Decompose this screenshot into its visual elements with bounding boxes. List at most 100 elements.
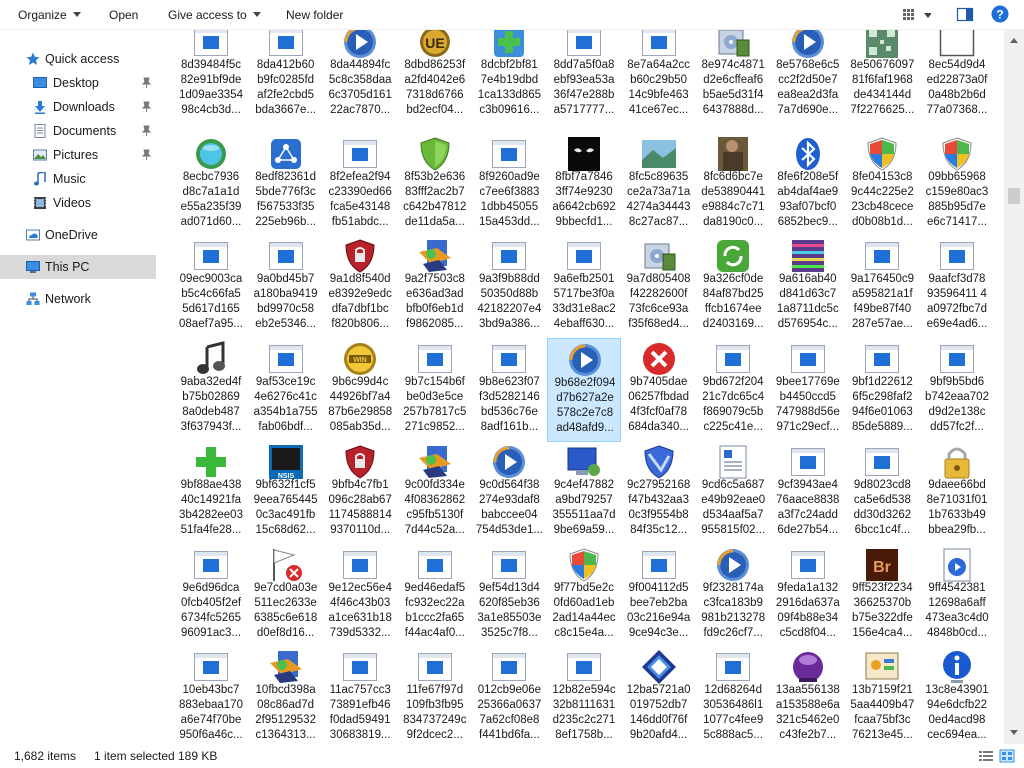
file-item[interactable]: 9a326cf0de 84af87bd25 ffcb1674ee d240316… — [696, 235, 770, 339]
file-item[interactable]: UE 8dbd86253f a2fd4042e6 7318d6766 bd2ecf… — [398, 30, 472, 134]
file-item[interactable]: 8f9260ad9e c7ee6f3883 1dbb45055 15a453dd… — [472, 133, 546, 237]
file-item[interactable]: 8f53b2e636 83fff2ac2b7 c642b47812 de11da… — [398, 133, 472, 237]
help-button[interactable]: ? — [991, 5, 1009, 26]
file-item[interactable]: 9ed46edaf5 fc932ec22a b1ccc2fa65 f44ac4a… — [398, 544, 472, 648]
file-item[interactable]: 8fe04153c8 9c44c225e2 23cb48cece d0b08b1… — [845, 133, 919, 237]
nav-item-this-pc[interactable]: This PC — [0, 255, 156, 279]
file-item[interactable]: 9b7405dae 06257fbdad 4f3fcf0af78 684da34… — [622, 338, 696, 442]
file-item[interactable]: 9a616ab40 d841d63c7 1a8711dc5c d576954c.… — [771, 235, 845, 339]
file-item[interactable]: 9bee17769e b4450ccd5 747988d56e 971c29ec… — [771, 338, 845, 442]
nav-item-onedrive[interactable]: OneDrive — [0, 224, 156, 246]
file-item[interactable]: 9a2f7503c8 e636ad3ad bfb0f6eb1d f9862085… — [398, 235, 472, 339]
scrollbar-thumb[interactable] — [1008, 188, 1020, 204]
file-item[interactable]: 9d8023cd8 ca5e6d538 dd30d3262 6bcc1c4f..… — [845, 441, 919, 545]
file-item[interactable]: 13c8e43901 94e6dcfb22 0ed4acd98 cec694ea… — [920, 646, 994, 744]
file-item[interactable]: 9c00fd334e 4f08362862 c95fb5130f 7d44c52… — [398, 441, 472, 545]
file-item[interactable]: 13b7159f21 5aa4409b47 fcaa75bf3c 76213e4… — [845, 646, 919, 744]
file-item[interactable]: 8d39484f5c 82e91bf9de 1d09ae3354 98c4cb3… — [174, 30, 248, 134]
file-item[interactable]: 8e7a64a2cc b60c29b50 14c9bfe463 41ce67ec… — [622, 30, 696, 134]
file-item[interactable]: 9daee66bd 8e71031f01 1b7633b49 bbea29fb.… — [920, 441, 994, 545]
change-view-button[interactable] — [901, 6, 932, 27]
file-item[interactable]: 9f2328174a c3fca183b9 981b213278 fd9c26c… — [696, 544, 770, 648]
file-item[interactable]: Br 9ff523f2234 36625370b b75e322dfe 156e4… — [845, 544, 919, 648]
file-item[interactable]: 9a7d805408 f42282600f 73fc6ce93a f35f68e… — [622, 235, 696, 339]
file-item[interactable]: 9bd672f204 21c7dc65c4 f869079c5b c225c41… — [696, 338, 770, 442]
file-item[interactable]: 9feda1a132 2916da637a 09f4b88e34 c5cd8f0… — [771, 544, 845, 648]
scroll-down-icon[interactable] — [1010, 730, 1018, 735]
file-item[interactable]: 9ff4542381 12698a6aff 473ea3c4d0 4848b0c… — [920, 544, 994, 648]
nav-item-videos[interactable]: Videos — [0, 192, 156, 214]
file-item[interactable]: 13aa556138 a153588e6a 321c5462e0 c43fe2b… — [771, 646, 845, 744]
file-item[interactable]: 09ec9003ca b5c4c66fa5 5d617d165 08aef7a9… — [174, 235, 248, 339]
file-item[interactable]: 8e50676097 81f6faf1968 de434144d 7f22766… — [845, 30, 919, 134]
file-item[interactable]: 10fbcd398a 08c86ad7d 2f95129532 c1364313… — [249, 646, 323, 744]
file-item[interactable]: 8dd7a5f0a8 ebf93ea53a 36f47e288b a571777… — [547, 30, 621, 134]
file-item[interactable]: 12ba5721a0 019752db7 146dd0f76f 9b20afd4… — [622, 646, 696, 744]
file-item[interactable]: 9bf1d22612 6f5c298faf2 94f6e01063 85de58… — [845, 338, 919, 442]
file-item[interactable]: 9bf9b5bd6 b742eaa702 d9d2e138c dd57fc2f.… — [920, 338, 994, 442]
preview-pane-button[interactable] — [956, 6, 974, 27]
file-item[interactable]: 012cb9e06e 25366a0637 7a62cf08e8 f441bd6… — [472, 646, 546, 744]
file-item[interactable]: 9e6d96dca 0fcb405f2ef 6734fc5265 96091ac… — [174, 544, 248, 648]
file-item[interactable]: 8ecbc7936 d8c7a1a1d e55a235f39 ad071d60.… — [174, 133, 248, 237]
file-item[interactable]: 9a176450c9 a595821a1f f49be87f40 287e57a… — [845, 235, 919, 339]
new-folder-button[interactable]: New folder — [286, 6, 343, 24]
file-item[interactable]: 12d68264d 30536486l1 1077c4fee9 5c888ac5… — [696, 646, 770, 744]
file-item[interactable]: 9aba32ed4f b75b02869 8a0deb487 3f637943f… — [174, 338, 248, 442]
file-item[interactable]: NSIS 9bf632f1cf5 9eea765445 0c3ac491fb 15… — [249, 441, 323, 545]
nav-item-desktop[interactable]: Desktop — [0, 72, 156, 94]
file-item[interactable]: 09bb65968 c159e80ac3 885b95d7e e6c71417.… — [920, 133, 994, 237]
file-item[interactable]: 9aafcf3d78 93596411 4 a0972fbc7d e69e4ad… — [920, 235, 994, 339]
scroll-up-icon[interactable] — [1010, 38, 1018, 43]
file-item[interactable]: 9bf88ae438 40c14921fa 3b4282ee03 51fa4fe… — [174, 441, 248, 545]
file-item[interactable]: 9c27952168 f47b432aa3 0c3f9554b8 84f35c1… — [622, 441, 696, 545]
file-item[interactable]: 8fc6d6bc7e de53890441 e9884c7c71 da8190c… — [696, 133, 770, 237]
nav-item-documents[interactable]: Documents — [0, 120, 156, 142]
details-view-icon[interactable] — [978, 749, 994, 763]
file-item[interactable]: 9c4ef47882 a9bd79257 355511aa7d 9be69a59… — [547, 441, 621, 545]
nav-item-downloads[interactable]: Downloads — [0, 96, 156, 118]
give-access-button[interactable]: Give access to — [168, 6, 261, 24]
file-item[interactable]: 9af53ce19c 4e6276c41c a354b1a755 fab06bd… — [249, 338, 323, 442]
file-item[interactable]: 9a1d8f540d e8392e9edc dfa7dbf1bc f820b80… — [323, 235, 397, 339]
nav-item-music[interactable]: Music — [0, 168, 156, 190]
file-item[interactable]: 8fbf7a7846 3ff74e9230 a6642cb692 9bbecfd… — [547, 133, 621, 237]
file-item[interactable]: 9e12ec56e4 4f46c43b03 a1ce631b18 739d533… — [323, 544, 397, 648]
file-item[interactable]: 9b8e623f07 f3d5282146 bd536c76e 8adf161b… — [472, 338, 546, 442]
file-item[interactable]: 9bfb4c7fb1 096c28ab67 1174588814 9370110… — [323, 441, 397, 545]
file-item[interactable]: 8dcbf2bf81 7e4b19dbd 1ca133d865 c3b09616… — [472, 30, 546, 134]
file-item[interactable]: 8da44894fc 5c8c358daa 6c3705d161 22ac787… — [323, 30, 397, 134]
nav-item-quick-access[interactable]: Quick access — [0, 48, 156, 70]
file-item[interactable]: 8da412b60 b9fc0285fd af2fe2cbd5 bda3667e… — [249, 30, 323, 134]
file-item[interactable]: 9c0d564f38 274e93daf8 babccee04 754d53de… — [472, 441, 546, 545]
file-item[interactable]: 8fc5c89635 ce2a73a71a 4274a34443 8c27ac8… — [622, 133, 696, 237]
file-item[interactable]: 8e5768e6c5 cc2f2d50e7 ea8ea2d3fa 7a7d690… — [771, 30, 845, 134]
file-item[interactable]: 9a6efb2501 5717be3f0a 33d31e8ac2 4ebaff6… — [547, 235, 621, 339]
file-item[interactable]: 8fe6f208e5f ab4daf4ae9 93af07bcf0 6852be… — [771, 133, 845, 237]
file-item[interactable]: 8edf82361d 5bde776f3c f567533f35 225eb96… — [249, 133, 323, 237]
vertical-scrollbar[interactable] — [1004, 30, 1024, 744]
organize-button[interactable]: Organize — [18, 6, 81, 24]
file-item[interactable]: 9ef54d13d4 620f85eb36 3a1e85503e 3525c7f… — [472, 544, 546, 648]
file-item[interactable]: 9f77bd5e2c 0fd60ad1eb 2ad14a44ec c8c15e4… — [547, 544, 621, 648]
file-item[interactable]: 9cf3943ae4 76aace8838 a3f7c24add 6de27b5… — [771, 441, 845, 545]
file-item[interactable]: 9cd6c5a687 e49b92eae0 d534aaf5a7 955815f… — [696, 441, 770, 545]
file-item[interactable]: 8e974c4871 d2e6cffeaf6 b5ae5d31f4 643788… — [696, 30, 770, 134]
file-item[interactable]: 9b7c154b6f be0d3e5ce 257b7817c5 271c9852… — [398, 338, 472, 442]
file-item[interactable]: 9b68e2f094 d7b627a2e 578c2e7c8 ad48afd9.… — [547, 338, 621, 443]
file-item[interactable]: 10eb43bc7 883ebaa170 a6e74f70be 950f6a46… — [174, 646, 248, 744]
nav-item-pictures[interactable]: Pictures — [0, 144, 156, 166]
file-item[interactable]: 9a0bd45b7 a180ba9419 bd9970c58 eb2e5346.… — [249, 235, 323, 339]
nav-item-network[interactable]: Network — [0, 288, 156, 310]
file-item[interactable]: 9a3f9b88dd 50350d88b 42182207e4 3bd9a386… — [472, 235, 546, 339]
file-item[interactable]: 8f2efea2f94 c23390ed66 fca5e43148 fb51ab… — [323, 133, 397, 237]
file-item[interactable]: 11fe67f97d 109fb3fb95 834737249c 9f2dcec… — [398, 646, 472, 744]
file-item[interactable]: 9f004112d5 bee7eb2ba 03c216e94a 9ce94c3e… — [622, 544, 696, 648]
file-item[interactable]: 8ec54d9d4 ed22873a0f 0a48b2b6d 77a07368.… — [920, 30, 994, 134]
file-item[interactable]: 11ac757cc3 73891efb46 f0dad59491 3068381… — [323, 646, 397, 744]
file-item[interactable]: 9e7cd0a03e 511ec2633e 6385c6e618 d0ef8d1… — [249, 544, 323, 648]
open-button[interactable]: Open — [109, 6, 138, 24]
file-item[interactable]: WIN 9b6c99d4c 44926bf7a4 87b6e29858 085ab… — [323, 338, 397, 442]
file-item[interactable]: 12b82e594c 32b8111631 d235c2c271 8ef1758… — [547, 646, 621, 744]
large-icons-view-icon[interactable] — [999, 749, 1015, 763]
